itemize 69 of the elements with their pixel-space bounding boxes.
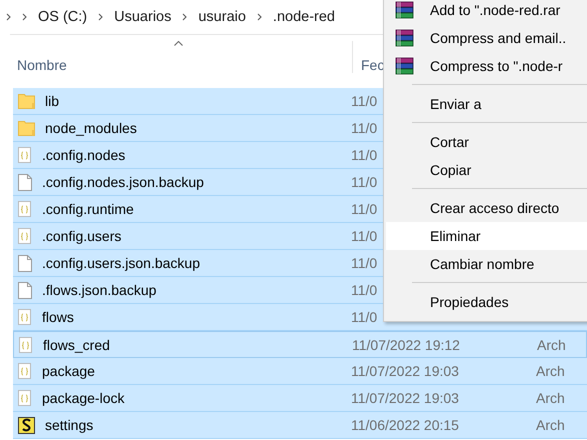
menu-item[interactable]: Cambiar nombre: [386, 250, 587, 278]
file-name: .config.nodes: [42, 147, 126, 163]
column-header[interactable]: Fec: [361, 57, 384, 73]
file-name: lib: [45, 93, 60, 109]
file-name: .config.users.json.backup: [42, 255, 200, 271]
date-modified: 11/0: [351, 309, 378, 325]
file-name: .flows.json.backup: [42, 282, 156, 298]
date-modified: 11/07/2022 19:03: [351, 363, 459, 379]
menu-item[interactable]: Eliminar: [386, 222, 587, 250]
breadcrumb-item[interactable]: usuraio: [198, 9, 246, 25]
date-modified: 11/0: [351, 201, 378, 217]
breadcrumb-item[interactable]: .node-red: [272, 9, 335, 25]
menu-item[interactable]: Crear acceso directo: [386, 194, 587, 222]
json-file-icon: [18, 309, 32, 325]
date-modified: 11/0: [351, 282, 378, 298]
menu-item[interactable]: Compress to ".node-r: [386, 52, 587, 80]
file-type: Arch: [536, 363, 565, 379]
date-modified: 11/06/2022 20:15: [351, 417, 459, 433]
file-row[interactable]: flows_cred 11/07/2022 19:12 Arch: [13, 331, 587, 358]
file-type: Arch: [536, 417, 565, 433]
breadcrumb-item[interactable]: Usuarios: [114, 9, 172, 25]
sort-caret-icon: [174, 41, 183, 46]
date-modified: 11/0: [351, 174, 378, 190]
file-icon: [18, 254, 32, 272]
file-name: node_modules: [45, 120, 137, 136]
file-name: flows_cred: [43, 336, 110, 352]
json-file-icon: [18, 363, 32, 379]
books-icon: [395, 29, 415, 47]
chevron-icon: [6, 13, 11, 21]
file-type: Arch: [537, 336, 566, 352]
date-modified: 11/0: [351, 255, 378, 271]
file-name: .config.runtime: [42, 201, 134, 217]
date-modified: 11/0: [351, 120, 378, 136]
file-name: flows: [42, 309, 74, 325]
file-icon: [18, 282, 32, 298]
column-header[interactable]: Nombre: [17, 57, 67, 73]
json-file-icon: [19, 336, 33, 352]
chevron-icon: [256, 13, 262, 21]
date-modified: 11/0: [351, 93, 378, 109]
menu-item[interactable]: Compress and email..: [386, 24, 587, 52]
file-name: settings: [45, 417, 94, 433]
folder-icon: [18, 120, 35, 136]
books-icon: [395, 1, 415, 19]
date-modified: 11/0: [351, 147, 378, 163]
file-row[interactable]: settings 11/06/2022 20:15 Arch: [13, 412, 587, 439]
file-name: package-lock: [42, 390, 124, 406]
date-modified: 11/07/2022 19:12: [352, 336, 460, 352]
json-file-icon: [18, 201, 32, 217]
chevron-icon: [98, 13, 104, 21]
file-name: .config.nodes.json.backup: [42, 174, 204, 190]
date-modified: 11/07/2022 19:03: [351, 390, 459, 406]
chevron-icon: [182, 13, 188, 21]
menu-item[interactable]: Add to ".node-red.rar: [386, 0, 587, 24]
folder-icon: [18, 93, 35, 109]
date-modified: 11/0: [351, 228, 378, 244]
file-icon: [18, 174, 32, 190]
file-name: package: [42, 363, 95, 379]
menu-item[interactable]: Enviar a: [386, 90, 587, 118]
file-row[interactable]: package-lock 11/07/2022 19:03 Arch: [13, 385, 587, 412]
breadcrumb-item[interactable]: OS (C:): [38, 9, 88, 25]
file-row[interactable]: package 11/07/2022 19:03 Arch: [13, 358, 587, 385]
settings-file-icon: [18, 416, 35, 434]
file-type: Arch: [536, 390, 565, 406]
chevron-icon: [22, 13, 27, 21]
json-file-icon: [18, 228, 32, 244]
json-file-icon: [18, 147, 32, 163]
json-file-icon: [18, 390, 32, 406]
books-icon: [395, 57, 415, 75]
file-name: .config.users: [42, 228, 122, 244]
